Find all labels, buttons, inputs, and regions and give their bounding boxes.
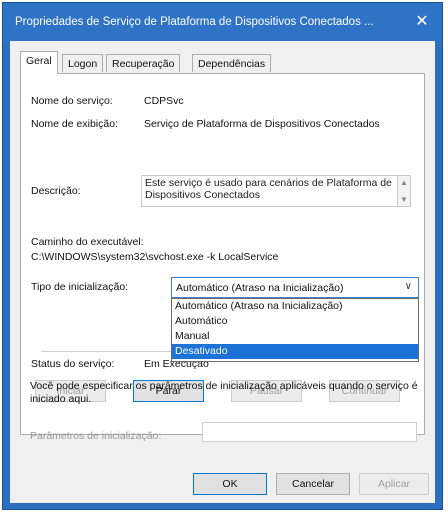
startup-type-label: Tipo de inicialização:	[31, 281, 129, 293]
title-bar[interactable]: Propriedades de Serviço de Plataforma de…	[3, 3, 442, 41]
info-text: Você pode especificar os parâmetros de i…	[30, 380, 418, 405]
scroll-down-icon[interactable]: ▼	[398, 195, 410, 204]
apply-button[interactable]: Aplicar	[359, 473, 429, 495]
tab-geral[interactable]: Geral	[20, 51, 58, 74]
ok-button[interactable]: OK	[193, 473, 267, 495]
startup-type-select[interactable]: Automático (Atraso na Inicialização) ∨	[171, 277, 419, 298]
status-label: Status do serviço:	[31, 358, 115, 370]
tab-dependencias[interactable]: Dependências	[192, 54, 272, 72]
dialog-body: Geral Logon Recuperação Dependências Nom…	[10, 41, 435, 503]
service-name-value: CDPSvc	[144, 95, 184, 107]
option-disabled[interactable]: Desativado	[172, 344, 418, 359]
display-name-label: Nome de exibição:	[31, 118, 118, 130]
window-title: Propriedades de Serviço de Plataforma de…	[15, 16, 374, 28]
params-label: Parâmetros de inicialização:	[30, 430, 162, 442]
startup-type-value: Automático (Atraso na Inicialização)	[176, 282, 344, 294]
option-automatic[interactable]: Automático	[172, 314, 418, 329]
tab-recuperacao[interactable]: Recuperação	[106, 54, 181, 72]
cancel-button[interactable]: Cancelar	[276, 473, 350, 495]
path-label: Caminho do executável:	[31, 236, 144, 248]
description-label: Descrição:	[31, 185, 81, 197]
path-value: C:\WINDOWS\system32\svchost.exe -k Local…	[31, 251, 279, 263]
startup-type-dropdown[interactable]: Automático (Atraso na Inicialização) Aut…	[171, 298, 419, 362]
close-icon[interactable]: ✕	[408, 11, 436, 33]
option-automatic-delayed[interactable]: Automático (Atraso na Inicialização)	[172, 299, 418, 314]
description-scrollbar[interactable]: ▲ ▼	[397, 175, 411, 207]
description-textbox[interactable]: Este serviço é usado para cenários de Pl…	[141, 175, 398, 207]
params-input[interactable]	[202, 422, 417, 442]
chevron-down-icon[interactable]: ∨	[405, 281, 412, 292]
tab-logon[interactable]: Logon	[62, 54, 104, 72]
service-name-label: Nome do serviço:	[31, 95, 113, 107]
scroll-up-icon[interactable]: ▲	[398, 178, 410, 187]
option-manual[interactable]: Manual	[172, 329, 418, 344]
properties-window: Propriedades de Serviço de Plataforma de…	[2, 2, 443, 510]
display-name-value: Serviço de Plataforma de Dispositivos Co…	[144, 118, 380, 130]
